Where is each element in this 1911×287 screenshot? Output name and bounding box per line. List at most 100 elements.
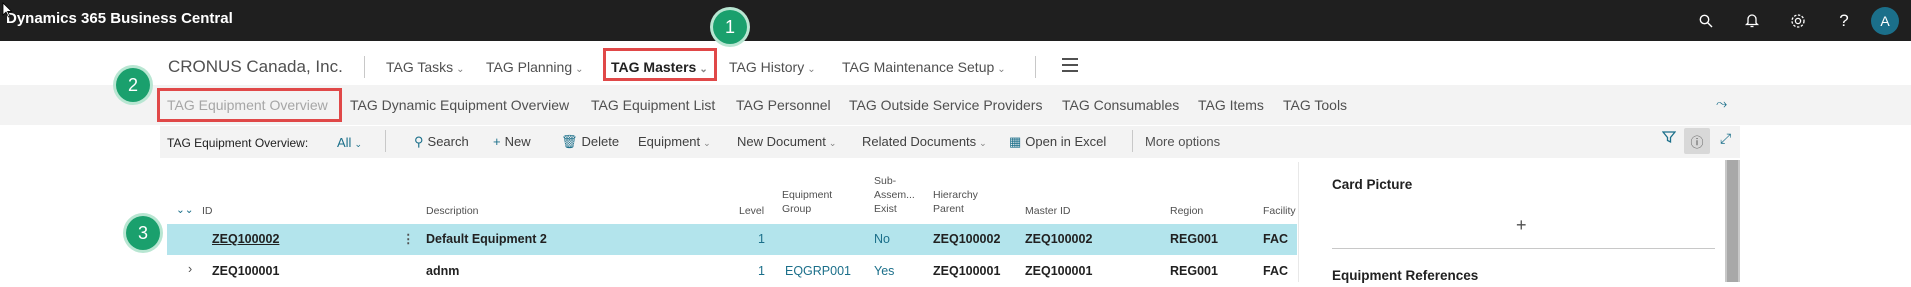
cell-id[interactable]: ZEQ100001 (212, 264, 279, 278)
nav-item-tag-tasks[interactable]: TAG Tasks ⌄ (386, 59, 465, 75)
row-actions-icon[interactable]: ⋮ (402, 231, 415, 246)
column-header-id[interactable]: ID (202, 204, 213, 218)
nav-item-label: TAG History (729, 59, 805, 75)
avatar[interactable]: A (1871, 6, 1899, 35)
subnav-item-equipment-list[interactable]: TAG Equipment List (591, 97, 715, 113)
equipment-references-title[interactable]: Equipment References (1332, 268, 1478, 283)
delete-button[interactable]: 🗑 Delete (561, 134, 619, 150)
trash-icon: 🗑 (561, 134, 578, 149)
new-document-menu-button[interactable]: New Document ⌄ (737, 134, 836, 149)
app-title[interactable]: Dynamics 365 Business Central (6, 10, 233, 27)
table-row[interactable] (167, 224, 1297, 255)
view-label: TAG Equipment Overview: (167, 136, 309, 150)
column-header-description[interactable]: Description (426, 204, 479, 218)
cell-level: 1 (758, 264, 765, 278)
column-header-sub-assembly-exist[interactable]: Sub- Assem... Exist (874, 174, 915, 216)
subnav-item-tools[interactable]: TAG Tools (1283, 97, 1347, 113)
chevron-down-icon: ⌄ (828, 138, 837, 148)
chevron-right-icon[interactable]: › (188, 262, 192, 276)
cursor-icon (2, 2, 13, 18)
cell-region: REG001 (1170, 264, 1218, 278)
column-header-hierarchy-parent[interactable]: Hierarchy Parent (933, 188, 978, 216)
cell-master-id: ZEQ100001 (1025, 264, 1093, 278)
search-label: Search (427, 134, 469, 149)
highlight-box (157, 88, 342, 122)
header-line: Equipment (782, 189, 833, 201)
highlight-box (603, 48, 717, 81)
chevron-down-icon: ⌄ (456, 64, 465, 75)
card-picture-title[interactable]: Card Picture (1332, 177, 1412, 192)
chevron-down-icon: ⌄ (997, 64, 1006, 75)
column-header-facility[interactable]: Facility (1263, 204, 1296, 218)
column-header-level[interactable]: Level (739, 204, 764, 218)
subnav-item-consumables[interactable]: TAG Consumables (1062, 97, 1179, 113)
cell-region: REG001 (1170, 232, 1218, 246)
step-badge-1: 1 (713, 10, 747, 44)
cell-description: adnm (426, 264, 460, 278)
step-badge-2: 2 (116, 68, 150, 102)
company-name[interactable]: CRONUS Canada, Inc. (168, 57, 343, 77)
add-picture-icon[interactable]: + (1516, 215, 1527, 236)
subnav-item-items[interactable]: TAG Items (1198, 97, 1264, 113)
header-line: Assem... (874, 189, 915, 201)
header-line: Parent (933, 203, 964, 215)
search-icon: ⚲ (414, 134, 424, 149)
new-document-label: New Document (737, 134, 826, 149)
subnav-item-dynamic-equipment-overview[interactable]: TAG Dynamic Equipment Overview (350, 97, 569, 113)
search-icon[interactable] (1683, 0, 1729, 41)
scrollbar-thumb[interactable] (1727, 160, 1738, 282)
info-icon[interactable]: ⓘ (1684, 128, 1710, 154)
cell-hierarchy-parent: ZEQ100002 (933, 232, 1001, 246)
search-button[interactable]: ⚲ Search (414, 134, 469, 150)
chevron-down-icon: ⌄ (575, 64, 584, 75)
cell-equipment-group[interactable]: EQGRP001 (785, 264, 851, 278)
gear-icon[interactable] (1775, 0, 1821, 41)
cell-sub-exist[interactable]: Yes (874, 264, 894, 278)
top-icons: ? A (1683, 0, 1911, 41)
column-header-equipment-group[interactable]: Equipment Group (782, 188, 832, 216)
nav-divider (364, 56, 365, 78)
cell-id[interactable]: ZEQ100002 (212, 232, 279, 246)
pin-icon[interactable]: ⤳ (1716, 95, 1727, 112)
filter-icon[interactable] (1661, 130, 1677, 147)
chevron-down-icon: ⌄ (354, 139, 362, 149)
delete-label: Delete (581, 134, 620, 149)
subnav-item-outside-service-providers[interactable]: TAG Outside Service Providers (849, 97, 1042, 113)
cell-sub-exist[interactable]: No (874, 232, 890, 246)
plus-icon: + (493, 134, 501, 149)
more-options-button[interactable]: More options (1145, 134, 1220, 149)
subnav-item-personnel[interactable]: TAG Personnel (736, 97, 831, 113)
divider (1332, 248, 1715, 249)
nav-divider (1035, 56, 1036, 78)
help-icon[interactable]: ? (1821, 0, 1867, 41)
view-filter-value: All (337, 135, 352, 150)
equipment-menu-button[interactable]: Equipment ⌄ (638, 134, 711, 149)
open-in-excel-label: Open in Excel (1025, 134, 1107, 149)
bell-icon[interactable] (1729, 0, 1775, 41)
header-line: Sub- (874, 175, 897, 187)
expand-icon[interactable]: ⤢ (1720, 130, 1731, 147)
chevron-down-icon: ⌄ (703, 138, 711, 148)
nav-item-tag-planning[interactable]: TAG Planning ⌄ (486, 59, 584, 75)
excel-icon: ▦ (1009, 134, 1022, 149)
table-row[interactable] (167, 256, 1297, 287)
nav-item-label: TAG Tasks (386, 59, 454, 75)
cell-facility: FAC (1263, 264, 1288, 278)
open-in-excel-button[interactable]: ▦ Open in Excel (1009, 134, 1106, 150)
cell-description: Default Equipment 2 (426, 232, 547, 246)
new-button[interactable]: + New (493, 134, 531, 149)
new-label: New (504, 134, 531, 149)
related-documents-menu-button[interactable]: Related Documents ⌄ (862, 134, 987, 149)
cell-level: 1 (758, 232, 765, 246)
nav-item-label: TAG Maintenance Setup (842, 59, 995, 75)
collapse-all-icon[interactable]: ⌄⌄ (176, 203, 194, 217)
related-documents-label: Related Documents (862, 134, 977, 149)
nav-item-tag-history[interactable]: TAG History ⌄ (729, 59, 816, 75)
chevron-down-icon: ⌄ (807, 64, 816, 75)
column-header-master-id[interactable]: Master ID (1025, 204, 1071, 218)
column-header-region[interactable]: Region (1170, 204, 1203, 218)
nav-item-tag-maintenance-setup[interactable]: TAG Maintenance Setup ⌄ (842, 59, 1006, 75)
view-filter-all[interactable]: All ⌄ (337, 135, 362, 150)
chevron-down-icon: ⌄ (979, 138, 987, 148)
menu-icon[interactable] (1062, 58, 1078, 72)
